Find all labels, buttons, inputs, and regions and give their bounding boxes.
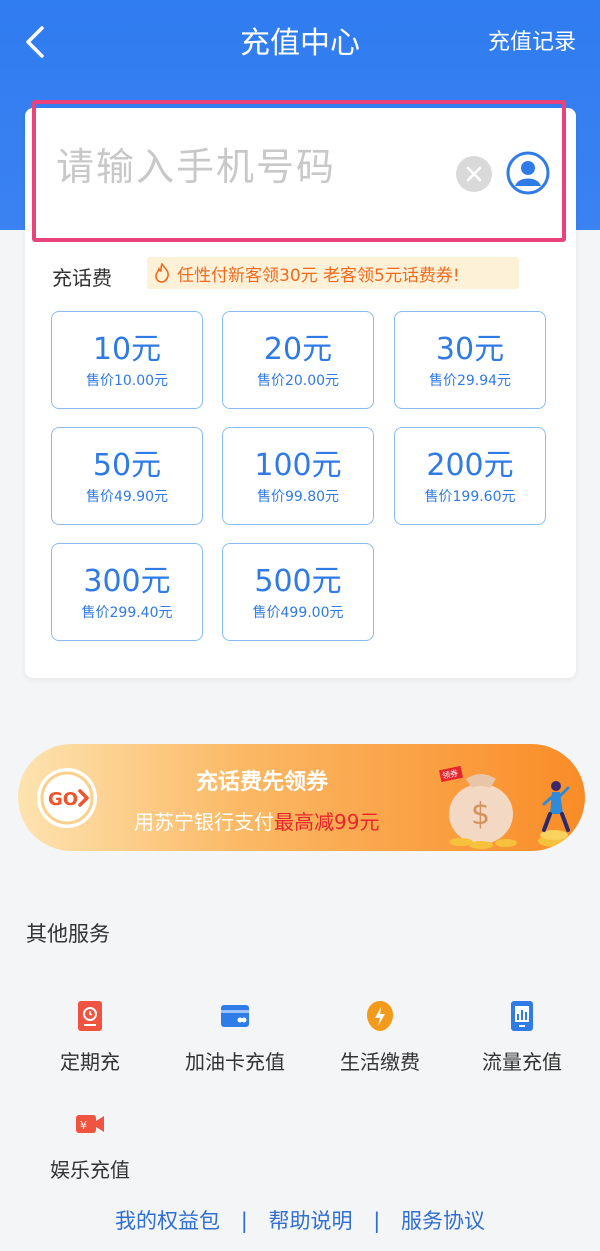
denomination-price: 售价99.80元 — [256, 489, 340, 505]
service-label: 加油卡充值 — [185, 1050, 285, 1074]
denomination-amount: 50元 — [92, 448, 162, 483]
phone-number-input[interactable] — [54, 136, 438, 198]
denomination-price: 售价20.00元 — [256, 373, 340, 389]
service-fuel-card[interactable]: 加油卡充值 — [165, 1000, 305, 1086]
data-flow-icon — [511, 1001, 533, 1031]
denomination-option[interactable]: 100元 售价99.80元 — [222, 427, 374, 525]
service-data-recharge[interactable]: 流量充值 — [452, 1000, 592, 1086]
footer-separator: | — [240, 1209, 248, 1233]
banner-subtitle-highlight: 最高减99元 — [274, 810, 380, 834]
footer-separator: | — [373, 1209, 381, 1233]
service-label: 娱乐充值 — [50, 1158, 130, 1182]
link-service-agreement[interactable]: 服务协议 — [401, 1205, 485, 1235]
svg-text:$: $ — [471, 797, 490, 832]
denomination-price: 售价49.90元 — [85, 489, 169, 505]
banner-subtitle: 用苏宁银行支付最高减99元 — [134, 806, 379, 835]
promo-banner[interactable]: 任性付新客领30元 老客领5元话费券! — [147, 257, 519, 289]
denomination-amount: 300元 — [83, 564, 171, 599]
denomination-option[interactable]: 20元 售价20.00元 — [222, 311, 374, 409]
denomination-option[interactable]: 50元 售价49.90元 — [51, 427, 203, 525]
coupon-banner[interactable]: GO 充话费先领券 用苏宁银行支付最高减99元 $ 领券 — [18, 744, 585, 851]
fuel-card-icon — [221, 1005, 249, 1027]
denomination-price: 售价199.60元 — [424, 489, 516, 505]
go-label: GO — [48, 789, 78, 810]
money-bag-illustration: $ 领券 — [438, 765, 570, 849]
footer-links: 我的权益包 | 帮助说明 | 服务协议 — [0, 1205, 600, 1235]
denomination-amount: 100元 — [254, 448, 342, 483]
service-utility-bills[interactable]: 生活缴费 — [310, 1000, 450, 1086]
promo-text: 任性付新客领30元 老客领5元话费券! — [177, 266, 460, 286]
denomination-option[interactable]: 30元 售价29.94元 — [394, 311, 546, 409]
link-my-benefits[interactable]: 我的权益包 — [115, 1205, 220, 1235]
banner-title: 充话费先领券 — [196, 770, 329, 795]
denomination-amount: 30元 — [435, 332, 505, 367]
go-badge-icon: GO — [37, 768, 97, 828]
video-camera-icon: ¥ — [76, 1115, 104, 1133]
denomination-amount: 500元 — [254, 564, 342, 599]
denomination-price: 售价10.00元 — [85, 373, 169, 389]
service-label: 定期充 — [60, 1050, 120, 1074]
recharge-record-link[interactable]: 充值记录 — [488, 24, 576, 56]
denomination-amount: 20元 — [263, 332, 333, 367]
denomination-option[interactable]: 500元 售价499.00元 — [222, 543, 374, 641]
denomination-price: 售价499.00元 — [252, 605, 344, 621]
service-scheduled-recharge[interactable]: 定期充 — [20, 1000, 160, 1086]
denomination-option[interactable]: 300元 售价299.40元 — [51, 543, 203, 641]
service-entertainment-recharge[interactable]: ¥ 娱乐充值 — [20, 1108, 160, 1194]
other-services-title: 其他服务 — [26, 922, 110, 946]
flame-icon — [155, 263, 169, 283]
section-label-phone-bill: 充话费 — [52, 266, 112, 290]
calendar-phone-icon — [78, 1001, 102, 1031]
link-help[interactable]: 帮助说明 — [269, 1205, 353, 1235]
banner-subtitle-prefix: 用苏宁银行支付 — [134, 810, 274, 834]
denomination-price: 售价299.40元 — [81, 605, 173, 621]
service-label: 生活缴费 — [340, 1050, 420, 1074]
denomination-amount: 10元 — [92, 332, 162, 367]
clear-icon[interactable] — [456, 156, 492, 192]
service-label: 流量充值 — [482, 1050, 562, 1074]
top-bar: 充值中心 充值记录 — [0, 0, 600, 82]
svg-text:¥: ¥ — [80, 1119, 87, 1132]
denomination-option[interactable]: 200元 售价199.60元 — [394, 427, 546, 525]
contact-book-icon[interactable] — [506, 151, 550, 195]
denomination-amount: 200元 — [426, 448, 514, 483]
denomination-price: 售价29.94元 — [428, 373, 512, 389]
denomination-option[interactable]: 10元 售价10.00元 — [51, 311, 203, 409]
lightning-icon — [367, 1001, 393, 1031]
